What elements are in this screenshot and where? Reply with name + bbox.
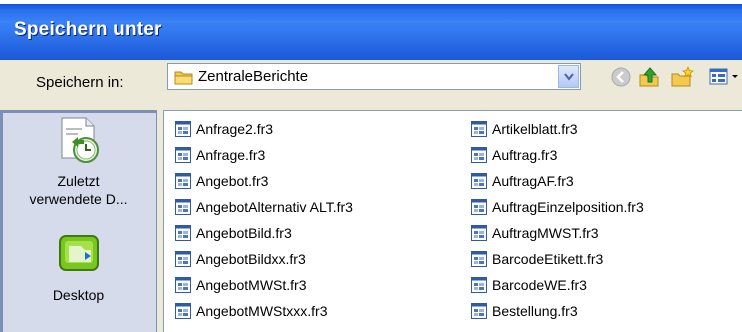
file-item[interactable]: Angebot.fr3 (175, 170, 268, 192)
file-name: AngebotMWSt.fr3 (196, 277, 307, 293)
report-file-icon (471, 277, 487, 293)
report-file-icon (471, 303, 487, 319)
report-file-icon (175, 277, 191, 293)
report-file-icon (175, 173, 191, 189)
title-bar-top-edge (0, 0, 742, 4)
place-recent-label: Zuletzt verwendete D... (29, 173, 128, 207)
file-item[interactable]: AngebotMWStxxx.fr3 (175, 300, 328, 322)
folder-icon (174, 70, 194, 90)
dialog-title: Speichern unter (14, 19, 162, 40)
new-folder-icon[interactable] (670, 65, 694, 93)
report-file-icon (175, 199, 191, 215)
file-item[interactable]: AuftragMWST.fr3 (471, 222, 599, 244)
lookin-value: ZentraleBerichte (198, 68, 309, 85)
file-name: Anfrage2.fr3 (196, 121, 274, 137)
file-item[interactable]: Auftrag.fr3 (471, 144, 557, 166)
place-recent[interactable]: Zuletzt verwendete D... (0, 116, 157, 208)
report-file-icon (175, 225, 191, 241)
file-item[interactable]: Anfrage2.fr3 (175, 118, 273, 140)
file-name: Auftrag.fr3 (492, 147, 558, 163)
up-folder-icon[interactable] (638, 66, 662, 93)
file-name: Anfrage.fr3 (196, 147, 266, 163)
file-name: Artikelblatt.fr3 (492, 121, 578, 137)
lookin-label: Speichern in: (36, 74, 124, 91)
report-file-icon (471, 251, 487, 267)
file-name: AngebotMWStxxx.fr3 (196, 303, 328, 319)
file-item[interactable]: AuftragEinzelposition.fr3 (471, 196, 644, 218)
report-file-icon (175, 147, 191, 163)
file-item[interactable]: Artikelblatt.fr3 (471, 118, 578, 140)
file-name: Angebot.fr3 (196, 173, 269, 189)
file-item[interactable]: AngebotBildxx.fr3 (175, 248, 306, 270)
file-name: AuftragMWST.fr3 (492, 225, 599, 241)
chevron-down-icon (564, 73, 574, 81)
report-file-icon (471, 147, 487, 163)
file-item[interactable]: AngebotMWSt.fr3 (175, 274, 307, 296)
recent-documents-icon (56, 116, 102, 170)
file-item[interactable]: AngebotBild.fr3 (175, 222, 292, 244)
file-name: AuftragAF.fr3 (492, 173, 574, 189)
place-desktop-label: Desktop (52, 287, 105, 303)
report-file-icon (175, 303, 191, 319)
file-name: AngebotBild.fr3 (196, 225, 292, 241)
lookin-dropdown[interactable]: ZentraleBerichte (167, 63, 581, 90)
file-item[interactable]: AuftragAF.fr3 (471, 170, 574, 192)
place-desktop[interactable]: Desktop (0, 232, 157, 304)
file-item[interactable]: Bestellung.fr3 (471, 300, 578, 322)
file-name: BarcodeWE.fr3 (492, 277, 587, 293)
file-item[interactable]: AngebotAlternativ ALT.fr3 (175, 196, 353, 218)
lookin-dropdown-button[interactable] (558, 65, 579, 88)
file-item[interactable]: BarcodeEtikett.fr3 (471, 248, 603, 270)
file-name: AngebotAlternativ ALT.fr3 (196, 199, 353, 215)
back-icon[interactable] (610, 66, 632, 93)
file-name: AuftragEinzelposition.fr3 (492, 199, 644, 215)
report-file-icon (471, 199, 487, 215)
report-file-icon (175, 251, 191, 267)
report-file-icon (471, 225, 487, 241)
view-menu-icon[interactable] (708, 66, 742, 93)
report-file-icon (471, 173, 487, 189)
report-file-icon (175, 121, 191, 137)
desktop-icon (57, 232, 101, 280)
file-item[interactable]: Anfrage.fr3 (175, 144, 265, 166)
report-file-icon (471, 121, 487, 137)
file-name: AngebotBildxx.fr3 (196, 251, 306, 267)
file-item[interactable]: BarcodeWE.fr3 (471, 274, 587, 296)
file-name: BarcodeEtikett.fr3 (492, 251, 604, 267)
title-bar: Speichern unter (0, 0, 742, 60)
file-name: Bestellung.fr3 (492, 303, 578, 319)
